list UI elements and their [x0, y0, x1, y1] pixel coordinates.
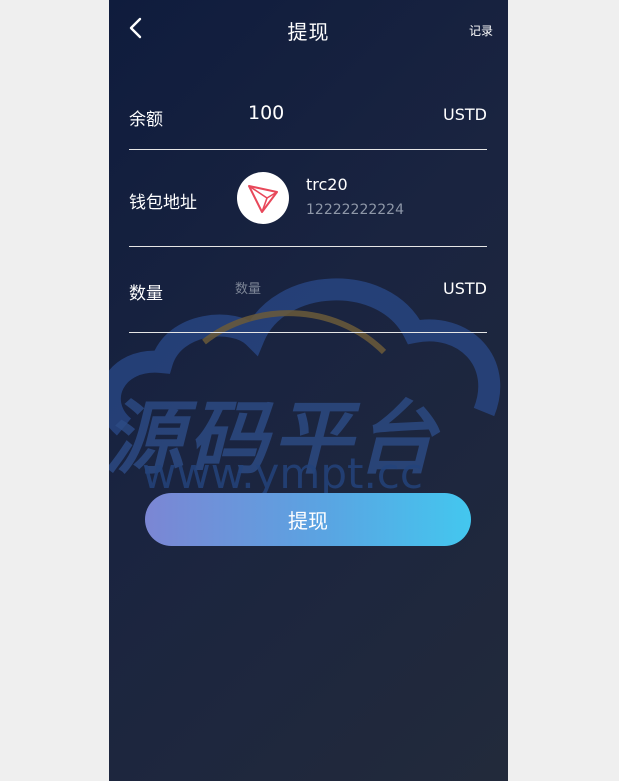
header: 提现 记录 [109, 0, 508, 58]
balance-unit: USTD [443, 105, 487, 124]
page-title: 提现 [287, 20, 330, 44]
wallet-label: 钱包地址 [129, 193, 197, 213]
records-link[interactable]: 记录 [469, 22, 493, 39]
submit-withdraw-button[interactable]: 提现 [145, 493, 471, 546]
balance-value: 100 [248, 102, 285, 124]
amount-unit: USTD [443, 279, 487, 298]
withdraw-screen: 源码平台 www.ympt.cc 提现 记录 余额 100 USTD 钱包地址 … [109, 0, 508, 781]
wallet-address: 12222222224 [306, 202, 404, 218]
amount-input[interactable] [235, 278, 415, 300]
watermark-text: 源码平台 [109, 392, 440, 485]
amount-row: 数量 USTD [129, 247, 487, 333]
wallet-network: trc20 [306, 175, 348, 194]
balance-row: 余额 100 USTD [129, 84, 487, 150]
tron-logo [237, 172, 289, 224]
wallet-row[interactable]: 钱包地址 trc20 12222222224 [129, 150, 487, 247]
amount-label: 数量 [129, 284, 163, 304]
balance-label: 余额 [129, 110, 163, 130]
tron-icon [248, 185, 278, 213]
watermark-url: www.ympt.cc [142, 449, 423, 498]
